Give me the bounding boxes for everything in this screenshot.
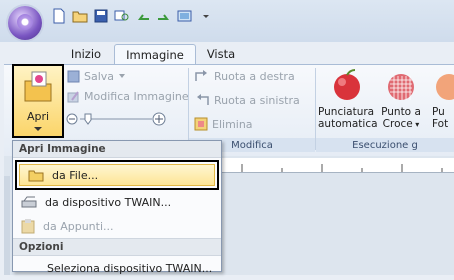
save-icon: [67, 70, 80, 82]
menu-item-label: da Appunti...: [43, 219, 114, 233]
open-folder-icon[interactable]: [71, 7, 89, 25]
ruler: [222, 158, 454, 173]
menu-item-da-appunti[interactable]: da Appunti...: [13, 214, 221, 238]
rotate-right-icon: [195, 70, 207, 81]
apri-button[interactable]: Apri: [12, 64, 64, 138]
preview-icon[interactable]: [176, 7, 194, 25]
punto-foto-label: Pu Fot: [432, 106, 454, 130]
cross-stitch-apple-icon: [388, 74, 414, 100]
delete-image-icon: [194, 117, 208, 131]
new-document-icon[interactable]: [50, 7, 68, 25]
tab-vista[interactable]: Vista: [198, 44, 244, 64]
apple-icon: [334, 69, 360, 100]
dropdown-arrow-icon[interactable]: [197, 7, 215, 25]
esecuzione-group-label: Esecuzione g: [316, 138, 454, 152]
app-logo-icon: [17, 14, 33, 30]
tab-inizio[interactable]: Inizio: [60, 44, 112, 64]
punto-foto-label-line2: Fot: [432, 118, 449, 130]
modifica-immagine-button[interactable]: Modifica Immagine: [67, 87, 189, 105]
side-panel-edge: [4, 176, 10, 275]
apri-dropdown-menu: Apri Immagine da File... da dispositivo …: [12, 140, 222, 275]
folder-icon: [28, 170, 44, 181]
open-image-icon: [24, 71, 52, 102]
scanner-icon: [21, 196, 37, 207]
menu-item-label: da dispositivo TWAIN...: [45, 195, 172, 209]
rotate-left-icon: [197, 94, 209, 105]
tab-immagine[interactable]: Immagine: [114, 44, 196, 65]
punciatura-label-line1: Punciatura: [318, 106, 375, 118]
apri-label: Apri: [26, 110, 50, 123]
undo-icon[interactable]: [134, 7, 152, 25]
chevron-down-icon: [119, 74, 126, 78]
redo-icon[interactable]: [155, 7, 173, 25]
slider-thumb: [84, 113, 92, 125]
punto-croce-label-line1: Punto a: [381, 106, 421, 118]
edit-image-icon: [67, 90, 79, 102]
ruota-destra-label: Ruota a destra: [214, 69, 295, 83]
punto-croce-button[interactable]: Punto a Croce ▾: [376, 66, 426, 136]
elimina-button[interactable]: Elimina: [194, 115, 253, 133]
menu-item-da-twain[interactable]: da dispositivo TWAIN...: [13, 190, 221, 214]
ruota-sinistra-label: Ruota a sinistra: [214, 93, 300, 107]
menu-item-label: Seleziona dispositivo TWAIN...: [47, 261, 213, 275]
punto-croce-label-line2: Croce: [382, 118, 413, 130]
menu-header: Apri Immagine: [13, 141, 221, 158]
salva-button[interactable]: Salva: [67, 67, 126, 85]
menu-item-label: da File...: [52, 168, 99, 182]
clipboard-icon: [21, 218, 35, 233]
punto-foto-label-line1: Pu: [432, 106, 445, 118]
menu-item-da-file[interactable]: da File...: [19, 164, 215, 186]
punciatura-label-line2: automatica: [318, 118, 378, 130]
ruota-destra-button[interactable]: Ruota a destra: [194, 67, 295, 85]
punto-foto-button[interactable]: Pu Fot: [428, 66, 454, 136]
ruota-sinistra-button[interactable]: Ruota a sinistra: [194, 91, 300, 109]
save-icon[interactable]: [92, 7, 110, 25]
modifica-immagine-label: Modifica Immagine: [84, 89, 189, 103]
punciatura-label: Punciatura automatica: [318, 106, 378, 130]
quick-access-toolbar: [50, 6, 215, 26]
opzioni-section-label: Opzioni: [13, 238, 221, 256]
salva-label: Salva: [84, 69, 115, 83]
elimina-label: Elimina: [212, 117, 253, 131]
menu-item-seleziona-twain[interactable]: Seleziona dispositivo TWAIN...: [13, 256, 221, 280]
chevron-down-icon: [34, 127, 42, 131]
punto-croce-label: Punto a Croce ▾: [376, 106, 426, 131]
photo-stitch-icon: [436, 74, 454, 100]
zoom-icon[interactable]: [113, 7, 131, 25]
punciatura-automatica-button[interactable]: Punciatura automatica: [318, 66, 378, 136]
zoom-slider[interactable]: [66, 110, 176, 128]
